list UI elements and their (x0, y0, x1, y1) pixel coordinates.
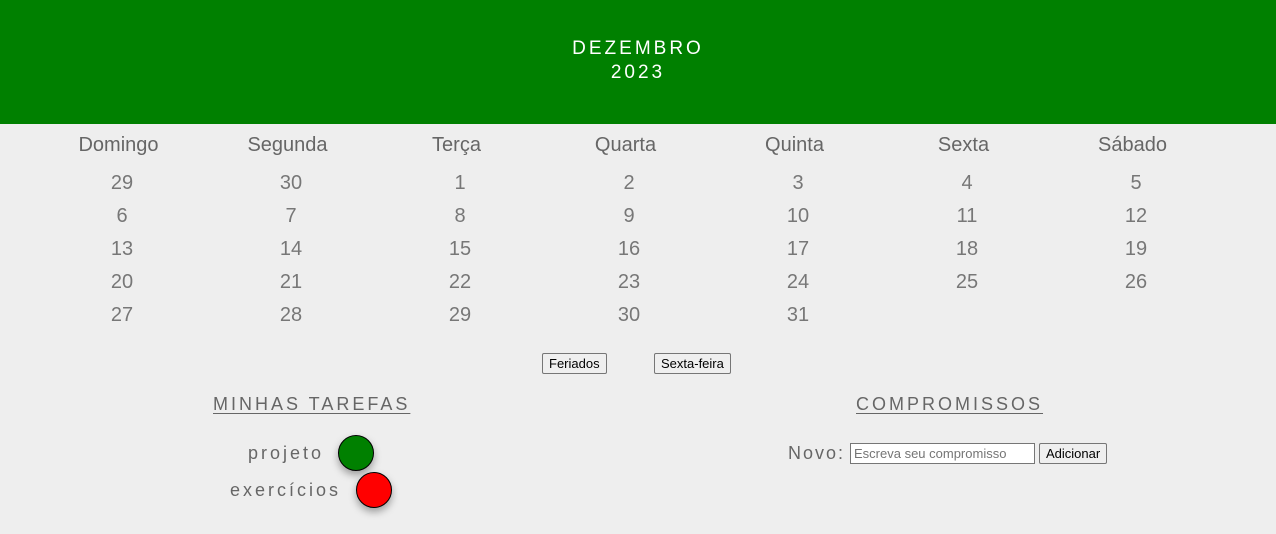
calendar-day[interactable]: 12 (1048, 205, 1217, 238)
calendar-day[interactable]: 14 (203, 238, 372, 271)
calendar-day[interactable]: 22 (372, 271, 541, 304)
calendar-day (1048, 304, 1217, 337)
calendar-day[interactable]: 18 (879, 238, 1048, 271)
calendar-day[interactable]: 29 (34, 172, 203, 205)
appointment-input[interactable] (850, 443, 1035, 464)
calendar-day[interactable]: 19 (1048, 238, 1217, 271)
calendar-day[interactable]: 21 (203, 271, 372, 304)
new-appointment-label: Novo: (788, 443, 846, 463)
calendar-day[interactable]: 4 (879, 172, 1048, 205)
tasks-title: MINHAS TAREFAS (213, 394, 411, 414)
calendar-day[interactable]: 7 (203, 205, 372, 238)
calendar-week: 27 28 29 30 31 (34, 304, 1222, 337)
holidays-button[interactable]: Feriados (542, 353, 607, 374)
calendar-day[interactable]: 2 (541, 172, 710, 205)
weekday-sunday: Domingo (78, 134, 159, 156)
calendar-week: 20 21 22 23 24 25 26 (34, 271, 1222, 304)
calendar-day[interactable]: 16 (541, 238, 710, 271)
calendar-day (879, 304, 1048, 337)
calendar-week: 13 14 15 16 17 18 19 (34, 238, 1222, 271)
month-title: DEZEMBRO (572, 38, 704, 59)
calendar-day[interactable]: 6 (34, 205, 203, 238)
calendar-day[interactable]: 8 (372, 205, 541, 238)
calendar-day[interactable]: 29 (372, 304, 541, 337)
calendar-day[interactable]: 13 (34, 238, 203, 271)
calendar-day[interactable]: 30 (203, 172, 372, 205)
weekday-thursday: Quinta (765, 134, 824, 156)
calendar-day[interactable]: 1 (372, 172, 541, 205)
weekday-wednesday: Quarta (594, 134, 657, 156)
calendar-day[interactable]: 25 (879, 271, 1048, 304)
calendar-day[interactable]: 28 (203, 304, 372, 337)
calendar-day[interactable]: 23 (541, 271, 710, 304)
weekday-tuesday: Terça (432, 134, 481, 156)
calendar-day[interactable]: 20 (34, 271, 203, 304)
weekday-monday: Segunda (247, 134, 328, 156)
calendar-day[interactable]: 31 (710, 304, 879, 337)
weekday-row: Domingo Segunda Terça Quarta Quinta Sext… (34, 134, 1222, 160)
add-appointment-button[interactable]: Adicionar (1039, 443, 1108, 464)
calendar-day[interactable]: 17 (710, 238, 879, 271)
calendar-day[interactable]: 10 (710, 205, 879, 238)
calendar-day[interactable]: 3 (710, 172, 879, 205)
calendar-week: 6 7 8 9 10 11 12 (34, 205, 1222, 238)
calendar-day[interactable]: 5 (1048, 172, 1217, 205)
calendar-day[interactable]: 30 (541, 304, 710, 337)
task-color-dot-exercises[interactable] (356, 472, 392, 508)
task-label-exercises: exercícios (230, 480, 342, 500)
calendar-day[interactable]: 27 (34, 304, 203, 337)
friday-button[interactable]: Sexta-feira (654, 353, 731, 374)
calendar-day[interactable]: 15 (372, 238, 541, 271)
weekday-friday: Sexta (937, 134, 990, 156)
calendar-day[interactable]: 26 (1048, 271, 1217, 304)
calendar-day[interactable]: 24 (710, 271, 879, 304)
calendar-header: DEZEMBRO 2023 (0, 0, 1276, 124)
calendar-week: 29 30 1 2 3 4 5 (34, 172, 1222, 205)
task-color-dot-project[interactable] (338, 435, 374, 471)
task-label-project: projeto (248, 443, 325, 463)
appointments-title: COMPROMISSOS (856, 394, 1044, 414)
year-title: 2023 (610, 62, 666, 83)
calendar-day[interactable]: 11 (879, 205, 1048, 238)
weekday-saturday: Sábado (1098, 134, 1167, 156)
calendar-day[interactable]: 9 (541, 205, 710, 238)
